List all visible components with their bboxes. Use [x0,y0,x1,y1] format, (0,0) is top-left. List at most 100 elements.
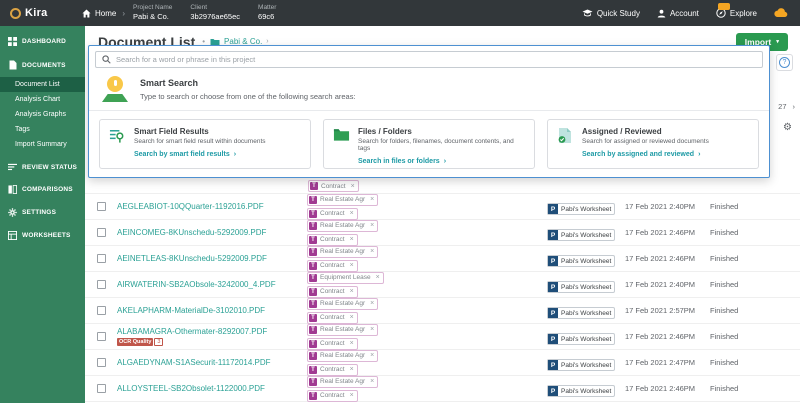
home-link[interactable]: Home [82,9,116,18]
worksheet-badge[interactable]: P Pabi's Worksheet [547,333,615,345]
kira-logo[interactable]: Kira [0,7,78,19]
tag-chip[interactable]: TContract× [307,260,358,272]
person-icon [657,9,666,18]
search-by-assigned-link[interactable]: Search by assigned and reviewed › [582,151,750,158]
worksheet-badge[interactable]: P Pabi's Worksheet [547,281,615,293]
tag-remove-icon[interactable]: × [350,340,354,347]
sidebar-label-analysis-graphs: Analysis Graphs [15,111,66,118]
row-checkbox[interactable] [97,306,106,315]
quick-study-button[interactable]: Quick Study [582,9,640,18]
row-checkbox[interactable] [97,202,106,211]
document-filename-link[interactable]: AEGLEABIOT-10QQuarter-1192016.PDF [117,202,307,211]
tag-remove-icon[interactable]: × [370,352,374,359]
sidebar-item-settings[interactable]: SETTINGS [0,201,85,224]
tag-icon: T [309,378,317,386]
tag-remove-icon[interactable]: × [370,222,374,229]
tag-chip[interactable]: TContract× [307,286,358,298]
worksheet-badge[interactable]: P Pabi's Worksheet [547,359,615,371]
worksheet-p-icon: P [548,386,558,396]
review-status-icon [8,163,17,171]
sidebar-item-analysis-graphs[interactable]: Analysis Graphs [0,107,85,122]
document-filename-link[interactable]: ALLOYSTEEL-SB2Obsolet-1122000.PDF [117,384,307,393]
sidebar-item-analysis-chart[interactable]: Analysis Chart [0,92,85,107]
tag-remove-icon[interactable]: × [350,392,354,399]
status-text: Finished [710,202,738,211]
sidebar-item-dashboard[interactable]: DASHBOARD [0,30,85,53]
account-button[interactable]: Account [657,9,699,18]
row-checkbox[interactable] [97,332,106,341]
worksheet-badge[interactable]: P Pabi's Worksheet [547,229,615,241]
tag-chip[interactable]: TReal Estate Agr× [307,246,378,258]
tag-label: Contract [320,314,345,321]
kira-logo-text: Kira [25,7,48,19]
tag-remove-icon[interactable]: × [370,196,374,203]
tag-chip[interactable]: TContract× [307,234,358,246]
tag-chip[interactable]: TReal Estate Agr× [307,350,378,362]
tag-icon: T [309,340,317,348]
worksheet-badge[interactable]: P Pabi's Worksheet [547,385,615,397]
document-filename-link[interactable]: AKELAPHARM-MaterialDe-3102010.PDF [117,306,307,315]
worksheet-badge[interactable]: P Pabi's Worksheet [547,255,615,267]
tag-chip[interactable]: TReal Estate Agr× [307,324,378,336]
sidebar-item-worksheets[interactable]: WORKSHEETS [0,224,85,247]
search-by-smart-field-link[interactable]: Search by smart field results › [134,151,302,158]
card-assigned-reviewed[interactable]: Assigned / Reviewed Search for assigned … [547,119,759,169]
tag-chip[interactable]: TReal Estate Agr× [307,298,378,310]
tag-chip[interactable]: TEquipment Lease× [307,272,384,284]
cloud-sync-icon[interactable] [774,8,788,18]
row-checkbox[interactable] [97,280,106,289]
help-button[interactable]: ? [776,54,793,71]
document-filename-link[interactable]: AEINETLEAS-8KUnschedu-5292009.PDF [117,254,307,263]
sidebar-item-comparisons[interactable]: COMPARISONS [0,178,85,201]
row-checkbox[interactable] [97,228,106,237]
sidebar-item-tags[interactable]: Tags [0,122,85,137]
tag-remove-icon[interactable]: × [350,288,354,295]
sidebar-label-settings: SETTINGS [22,209,56,216]
tag-chip[interactable]: TReal Estate Agr× [307,194,378,206]
card-smart-field-results[interactable]: Smart Field Results Search for smart fie… [99,119,311,169]
worksheet-p-icon: P [548,334,558,344]
card-files-folders[interactable]: Files / Folders Search for folders, file… [323,119,535,169]
explore-button[interactable]: Explore [716,8,757,18]
document-filename-link[interactable]: ALGAEDYNAM-S1ASecurit-11172014.PDF [117,358,307,367]
tag-remove-icon[interactable]: × [351,183,355,190]
worksheet-badge[interactable]: P Pabi's Worksheet [547,203,615,215]
filename-cell: AEINCOMEG-8KUnschedu-5292009.PDF [117,228,307,237]
sidebar-item-import-summary[interactable]: Import Summary [0,137,85,152]
tag-remove-icon[interactable]: × [350,314,354,321]
row-checkbox[interactable] [97,384,106,393]
tag-chip[interactable]: TReal Estate Agr× [307,220,378,232]
row-checkbox[interactable] [97,254,106,263]
sidebar-item-documents[interactable]: DOCUMENTS [0,53,85,77]
tag-chip[interactable]: TContract× [307,364,358,376]
tag-remove-icon[interactable]: × [350,236,354,243]
pagination-next-icon[interactable]: › [793,102,796,111]
tag-remove-icon[interactable]: × [350,366,354,373]
row-checkbox[interactable] [97,358,106,367]
document-filename-link[interactable]: ALABAMAGRA-Othermater-8292007.PDF [117,327,307,336]
tag-remove-icon[interactable]: × [350,262,354,269]
list-settings-gear-icon[interactable]: ⚙ [783,122,792,133]
tag-chip[interactable]: TContract× [307,338,358,350]
sidebar-item-review-status[interactable]: REVIEW STATUS [0,156,85,178]
document-filename-link[interactable]: AIRWATERIN-SB2AObsole-3242000_4.PDF [117,280,307,289]
worksheet-label: Pabi's Worksheet [558,360,614,370]
search-bar[interactable] [95,51,763,68]
search-in-files-link[interactable]: Search in files or folders › [358,158,526,165]
tag-remove-icon[interactable]: × [370,248,374,255]
tag-remove-icon[interactable]: × [370,378,374,385]
worksheet-badge[interactable]: P Pabi's Worksheet [547,307,615,319]
tag-remove-icon[interactable]: × [350,210,354,217]
tag-chip[interactable]: T Contract × [308,180,359,192]
client-block: Client 3b2976ae65ec [190,4,240,22]
tag-chip[interactable]: TContract× [307,208,358,220]
sidebar-item-document-list[interactable]: Document List [0,77,85,92]
tag-remove-icon[interactable]: × [376,274,380,281]
tag-remove-icon[interactable]: × [370,326,374,333]
tag-chip[interactable]: TContract× [307,312,358,324]
tag-remove-icon[interactable]: × [370,300,374,307]
search-input[interactable] [116,55,756,64]
tag-chip[interactable]: TReal Estate Agr× [307,376,378,388]
tag-chip[interactable]: TContract× [307,390,358,402]
document-filename-link[interactable]: AEINCOMEG-8KUnschedu-5292009.PDF [117,228,307,237]
